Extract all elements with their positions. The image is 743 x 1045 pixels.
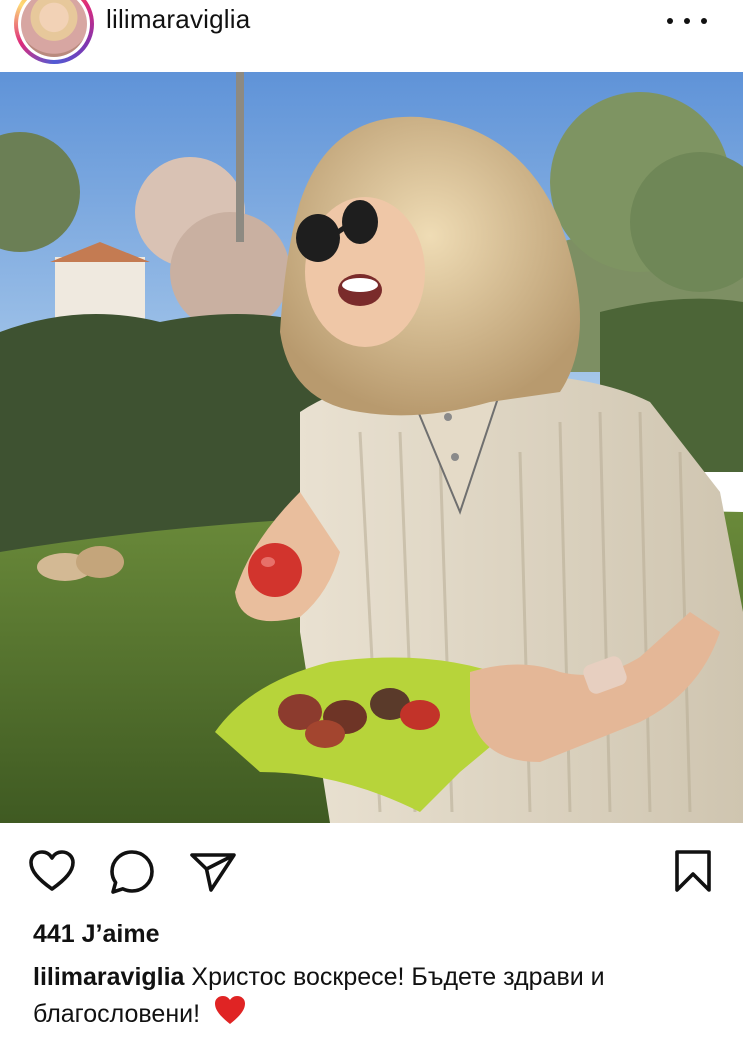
story-ring[interactable] — [14, 0, 94, 64]
photo-illustration — [0, 72, 743, 823]
send-icon[interactable] — [189, 851, 237, 893]
more-horizontal-icon — [667, 6, 707, 36]
more-options-button[interactable] — [667, 2, 725, 36]
post-actions — [0, 823, 743, 923]
comment-icon[interactable] — [109, 849, 155, 895]
post-header: lilimaraviglia — [0, 0, 743, 72]
avatar[interactable] — [21, 0, 87, 57]
post-caption: lilimaraviglia Христос воскресе! Бъдете … — [33, 960, 723, 1031]
red-heart-icon — [215, 996, 246, 1024]
heart-icon[interactable] — [28, 849, 76, 893]
caption-username[interactable]: lilimaraviglia — [33, 963, 184, 991]
header-username[interactable]: lilimaraviglia — [106, 4, 250, 35]
post-photo[interactable] — [0, 72, 743, 823]
bookmark-icon[interactable] — [673, 849, 713, 893]
likes-count[interactable]: 441 J’aime — [33, 920, 160, 949]
